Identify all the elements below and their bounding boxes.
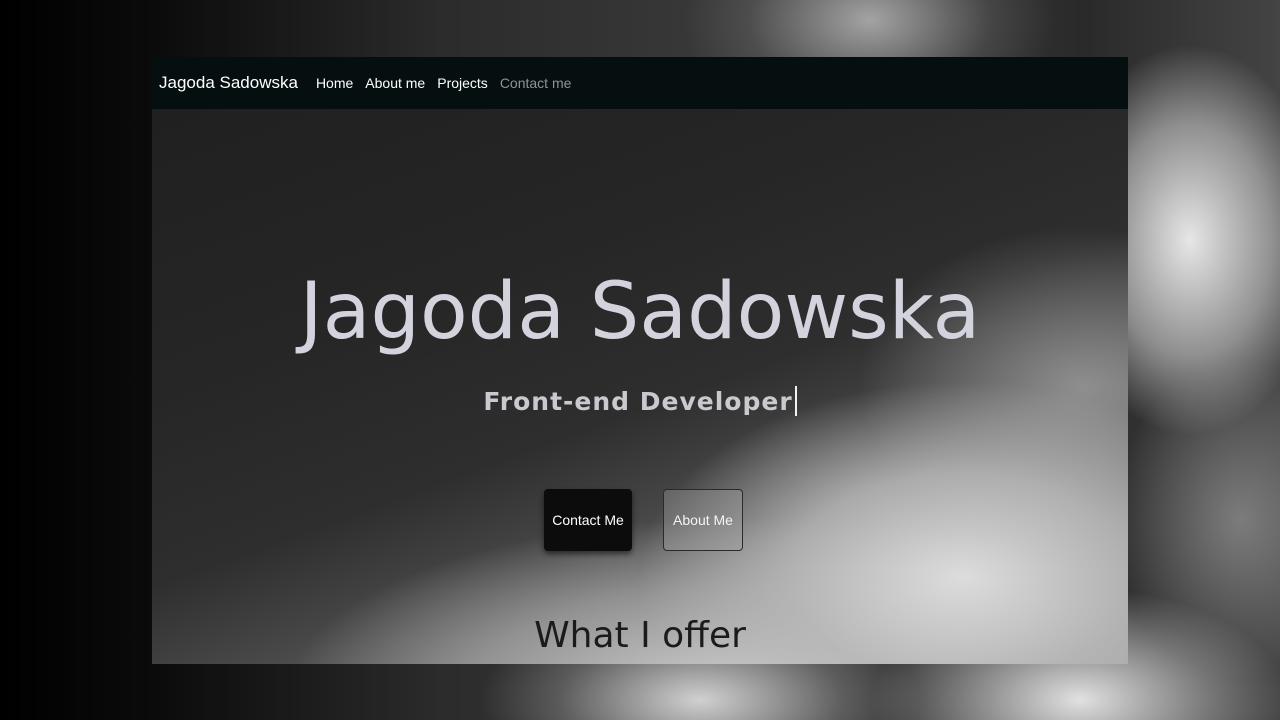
navbar: Jagoda Sadowska Home About me Projects C… [152, 57, 1128, 109]
nav-link-contact-me[interactable]: Contact me [500, 75, 572, 91]
hero-subtitle: Front-end Developer [483, 387, 793, 416]
website-viewport: Jagoda Sadowska Home About me Projects C… [152, 57, 1128, 664]
nav-link-projects[interactable]: Projects [437, 75, 488, 91]
about-me-button[interactable]: About Me [663, 489, 743, 551]
nav-link-home[interactable]: Home [316, 75, 353, 91]
nav-link-about-me[interactable]: About me [365, 75, 425, 91]
hero-subtitle-container: Front-end Developer [152, 386, 1128, 416]
brand-link[interactable]: Jagoda Sadowska [159, 73, 298, 93]
typing-caret [794, 386, 797, 416]
contact-me-button[interactable]: Contact Me [544, 489, 632, 551]
hero-title: Jagoda Sadowska [299, 267, 981, 357]
what-i-offer-heading: What I offer [534, 615, 746, 656]
